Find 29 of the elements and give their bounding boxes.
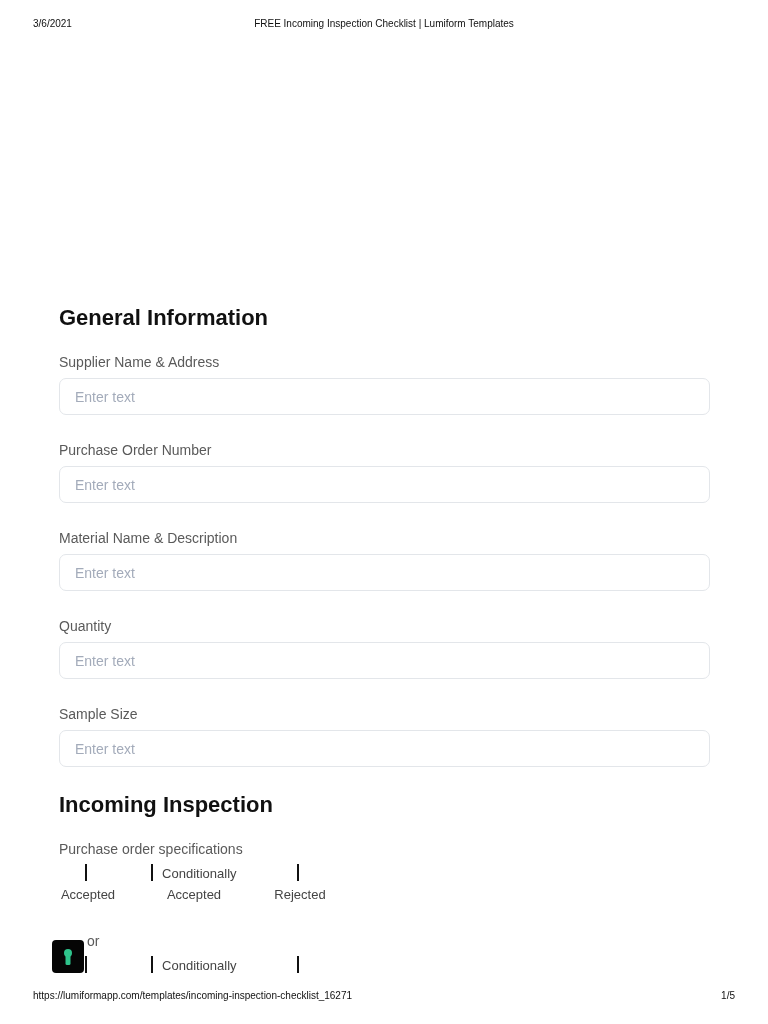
page-title: FREE Incoming Inspection Checklist | Lumiform Templates bbox=[254, 18, 514, 29]
text-field[interactable]: Enter text bbox=[59, 730, 710, 767]
keyhole-icon[interactable] bbox=[52, 940, 84, 973]
text-field[interactable]: Enter text bbox=[59, 466, 710, 503]
print-date: 3/6/2021 bbox=[33, 18, 72, 29]
section-heading: Incoming Inspection bbox=[59, 792, 274, 818]
page-url: https://lumiformapp.com/templates/incoming-inspection-checklist_16271 bbox=[33, 990, 353, 1003]
option-marker-icon[interactable] bbox=[151, 864, 154, 881]
option-label: Conditionally bbox=[162, 958, 237, 973]
page-number: 1/5 bbox=[721, 990, 735, 1003]
text-field[interactable]: Enter text bbox=[59, 642, 710, 679]
option-marker-icon[interactable] bbox=[84, 956, 87, 973]
field-label: Quantity bbox=[59, 617, 113, 636]
text-field[interactable]: Enter text bbox=[59, 554, 710, 591]
field-label: Supplier Name & Address bbox=[59, 353, 221, 372]
question-label: or bbox=[86, 932, 101, 951]
option-marker-icon[interactable] bbox=[151, 956, 154, 973]
field-label: Material Name & Description bbox=[59, 529, 239, 548]
field-label: Sample Size bbox=[59, 705, 139, 724]
section-heading: General Information bbox=[59, 305, 270, 331]
option-label: Accepted bbox=[60, 887, 116, 902]
option-label: Rejected bbox=[274, 887, 326, 902]
question-label: Purchase order specifications bbox=[59, 840, 244, 859]
field-label: Purchase Order Number bbox=[59, 441, 213, 460]
text-field[interactable]: Enter text bbox=[59, 378, 710, 415]
option-marker-icon[interactable] bbox=[296, 956, 299, 973]
option-label: Conditionally Accepted bbox=[162, 866, 237, 902]
option-marker-icon[interactable] bbox=[84, 864, 87, 881]
option-marker-icon[interactable] bbox=[296, 864, 299, 881]
